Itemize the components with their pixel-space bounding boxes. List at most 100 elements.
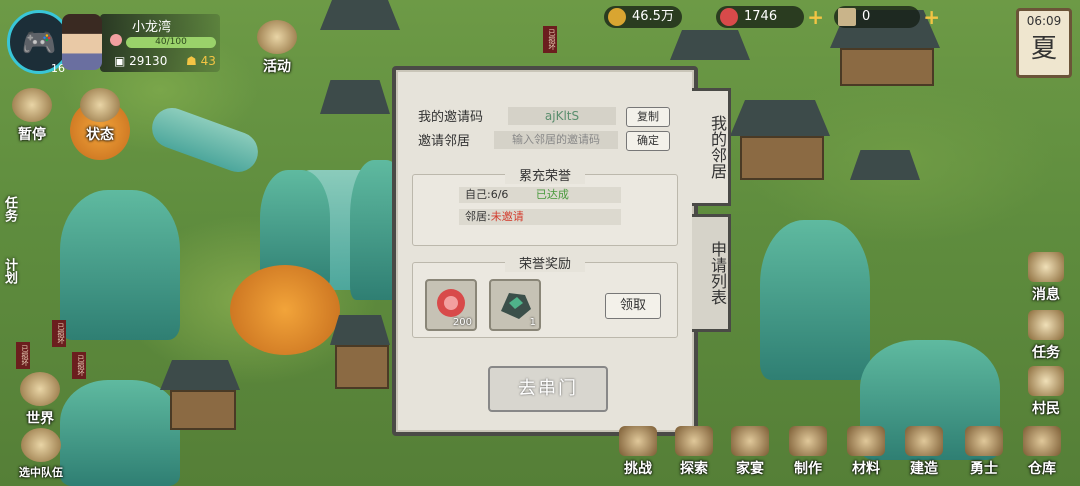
warrior-icon	[965, 426, 1003, 456]
mountain-icon	[20, 372, 60, 406]
broken-sign: 已损坏	[52, 320, 66, 347]
self-label: 自己:	[465, 188, 491, 201]
feast-label: 家宴	[736, 461, 764, 477]
explore-button[interactable]: 探索	[668, 426, 720, 478]
gems-value: 1746	[744, 9, 778, 24]
gem-resource[interactable]: 1746 +	[716, 6, 824, 28]
house	[170, 390, 236, 430]
cliff	[60, 190, 180, 340]
season-clock: 06:09 夏	[1016, 8, 1072, 78]
house-roof	[850, 150, 920, 180]
world-label: 世界	[26, 411, 54, 427]
message-label: 消息	[1032, 287, 1060, 303]
house-roof	[320, 0, 400, 30]
villager-label: 村民	[1032, 401, 1060, 417]
ticket-resource[interactable]: 0 +	[834, 6, 940, 28]
copper-value: 46.5万	[632, 9, 674, 24]
reward-section: 荣誉奖励 200 1 领取	[412, 253, 678, 338]
warrior-icon	[21, 428, 61, 462]
scroll-icon	[1028, 310, 1064, 340]
cliff	[60, 380, 180, 486]
visit-neighbor-button[interactable]: 去串门	[488, 366, 608, 412]
challenge-button[interactable]: 挑战	[612, 426, 664, 478]
task-side-tab[interactable]: 任务	[0, 196, 19, 222]
tab-my-neighbors[interactable]: 我的邻居	[692, 88, 731, 206]
reward-item[interactable]: 200	[425, 279, 477, 331]
coin-icon: ▣	[114, 54, 130, 68]
neighbor-status: 未邀请	[490, 210, 524, 223]
honor-title: 累充荣誉	[504, 165, 586, 184]
squad-button[interactable]: 选中队伍	[12, 428, 70, 480]
explore-label: 探索	[680, 461, 708, 477]
status-label: 状态	[86, 127, 114, 143]
tab-application-list[interactable]: 申请列表	[692, 214, 731, 332]
invite-code-input[interactable]: 输入邻居的邀请码	[494, 131, 618, 149]
status-button[interactable]: 状态	[78, 88, 122, 144]
tickets-value: 0	[862, 9, 871, 24]
player-avatar[interactable]	[62, 14, 102, 70]
message-icon	[1028, 252, 1064, 282]
reward-title: 荣誉奖励	[504, 253, 586, 272]
broken-sign: 已损坏	[16, 342, 30, 369]
warehouse-icon	[1023, 426, 1061, 456]
activity-button[interactable]: 活动	[252, 20, 302, 76]
confirm-button[interactable]: 确定	[626, 131, 670, 151]
build-button[interactable]: 建造	[898, 426, 950, 478]
task-label: 任务	[1032, 345, 1060, 361]
lantern-icon	[257, 20, 297, 54]
message-button[interactable]: 消息	[1018, 252, 1074, 304]
feast-button[interactable]: 家宴	[724, 426, 776, 478]
villager-button[interactable]: 村民	[1018, 366, 1074, 418]
experience-bar: 40/100	[126, 37, 216, 48]
reward-count: 1	[529, 317, 536, 328]
world-button[interactable]: 世界	[18, 372, 62, 428]
add-gems-button[interactable]: +	[807, 6, 824, 28]
claim-button[interactable]: 领取	[605, 293, 661, 319]
warrior-button[interactable]: 勇士	[958, 426, 1010, 478]
house-roof	[160, 360, 240, 390]
pause-button[interactable]: 暂停	[10, 88, 54, 144]
add-tickets-button[interactable]: +	[923, 6, 940, 28]
task-button[interactable]: 任务	[1018, 310, 1074, 362]
player-population: ☗ 43	[186, 54, 216, 68]
honor-section: 累充荣誉 自己:6/6 已达成 邻居:未邀请	[412, 165, 678, 246]
neighbor-label: 邻居:	[465, 210, 491, 223]
challenge-label: 挑战	[624, 461, 652, 477]
house-roof	[320, 80, 390, 114]
peach-icon	[110, 34, 122, 46]
house-roof	[330, 315, 390, 345]
house-icon	[80, 88, 120, 122]
house	[840, 48, 934, 86]
neighbor-progress: 邻居:未邀请	[459, 209, 621, 225]
autumn-tree	[230, 265, 340, 355]
activity-label: 活动	[263, 59, 291, 75]
broken-sign: 已损坏	[543, 26, 557, 53]
clock-time: 06:09	[1026, 14, 1062, 28]
craft-button[interactable]: 制作	[782, 426, 834, 478]
build-label: 建造	[910, 461, 938, 477]
house	[335, 345, 389, 389]
red-seal-icon	[720, 8, 738, 26]
broken-sign: 已损坏	[72, 352, 86, 379]
warehouse-button[interactable]: 仓库	[1016, 426, 1068, 478]
squad-label: 选中队伍	[19, 466, 63, 479]
player-coins: ▣ 29130	[114, 54, 167, 68]
person-icon: ☗	[186, 54, 201, 68]
self-value: 6/6	[490, 188, 509, 201]
plan-side-tab[interactable]: 计划	[0, 258, 19, 284]
warehouse-label: 仓库	[1028, 461, 1056, 477]
neighbor-dialog: 我的邀请码 ajKltS 复制 邀请邻居 输入邻居的邀请码 确定 累充荣誉 自己…	[392, 66, 698, 436]
self-progress: 自己:6/6 已达成	[459, 187, 621, 203]
house-roof	[670, 30, 750, 60]
materials-button[interactable]: 材料	[840, 426, 892, 478]
copper-resource[interactable]: 46.5万	[604, 6, 682, 28]
my-code-label: 我的邀请码	[418, 110, 484, 125]
materials-label: 材料	[852, 461, 880, 477]
villager-icon	[1028, 366, 1064, 396]
invite-label: 邀请邻居	[418, 134, 471, 149]
cliff	[760, 220, 870, 380]
house-roof	[730, 100, 830, 136]
copy-button[interactable]: 复制	[626, 107, 670, 127]
reward-item[interactable]: 1	[489, 279, 541, 331]
explore-icon	[675, 426, 713, 456]
